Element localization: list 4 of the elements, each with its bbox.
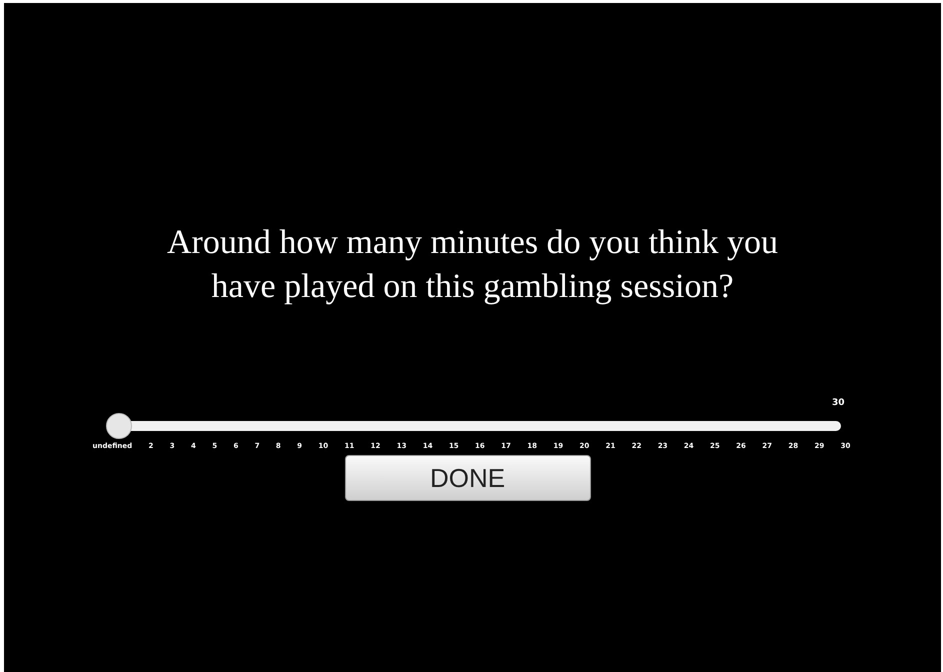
question-text: Around how many minutes do you think you have played on this gambling session?: [166, 223, 780, 307]
slider-value: 30: [832, 397, 844, 410]
slider-thumb[interactable]: [106, 412, 132, 438]
done-button[interactable]: DONE: [344, 455, 590, 501]
